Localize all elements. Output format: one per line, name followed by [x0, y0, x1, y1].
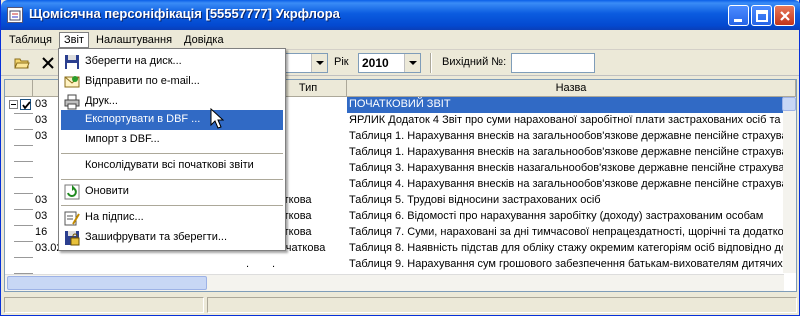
menu-encrypt-save[interactable]: Зашифрувати та зберегти... — [61, 228, 283, 248]
encrypt-save-icon — [65, 231, 80, 246]
row-name: Таблиця 4. Нарахування внесків на загаль… — [349, 178, 784, 190]
close-button[interactable] — [774, 5, 795, 26]
menu-export-dbf-label: Експортувати в DBF ... — [85, 113, 201, 125]
tree-cell — [5, 241, 33, 257]
menu-import-dbf-label: Імпорт з DBF... — [85, 133, 160, 145]
menu-save-to-disk-label: Зберегти на диск... — [85, 55, 182, 67]
row-name: Таблиця 1. Нарахування внесків на загаль… — [349, 146, 784, 158]
window-title: Щомісячна персоніфікація [55557777] Укрф… — [29, 6, 340, 21]
delete-button[interactable] — [37, 53, 59, 73]
row-date — [33, 257, 223, 273]
table-row[interactable]: .. Таблиця 9. Нарахування сум грошового з… — [5, 257, 796, 273]
menu-report[interactable]: Звіт — [59, 32, 89, 48]
save-disk-icon — [65, 55, 79, 69]
menu-bar: Таблиця Звіт Налаштування Довідка — [1, 30, 799, 50]
app-icon[interactable] — [7, 7, 23, 23]
row-name: Таблиця 7. Суми, нараховані за дні тимча… — [349, 226, 784, 238]
menu-save-to-disk[interactable]: Зберегти на диск... — [61, 52, 283, 72]
row-number: . — [245, 258, 250, 270]
menu-sign-label: На підпис... — [85, 211, 144, 223]
row-name: Таблиця 5. Трудові відносини застрахован… — [349, 194, 601, 206]
vertical-scrollbar[interactable] — [782, 97, 796, 273]
email-icon — [64, 76, 80, 88]
month-dropdown-arrow[interactable] — [311, 54, 327, 72]
main-window: Щомісячна персоніфікація [55557777] Укрф… — [0, 0, 800, 316]
tree-cell — [5, 129, 33, 145]
row-name: Таблиця 3. Нарахування внесків назагальн… — [349, 162, 784, 174]
scroll-up-arrow[interactable] — [782, 97, 796, 111]
tree-cell — [5, 113, 33, 129]
menu-encrypt-save-label: Зашифрувати та зберегти... — [85, 231, 228, 243]
tree-cell — [5, 225, 33, 241]
minimize-button[interactable] — [728, 5, 749, 26]
row-name: Таблиця 8. Наявність підстав для обліку … — [349, 242, 784, 254]
menu-separator — [61, 205, 283, 206]
status-pane-1 — [4, 297, 204, 313]
menu-separator — [61, 153, 283, 154]
menu-send-email[interactable]: Відправити по e-mail... — [61, 72, 283, 92]
menu-export-dbf[interactable]: Експортувати в DBF ... — [61, 110, 283, 130]
refresh-icon — [64, 184, 80, 200]
menu-settings[interactable]: Налаштування — [92, 32, 176, 48]
maximize-button[interactable] — [751, 5, 772, 26]
menu-print-label: Друк... — [85, 95, 118, 107]
menu-import-dbf[interactable]: Імпорт з DBF... — [61, 130, 283, 150]
toolbar-separator — [430, 53, 432, 73]
mouse-cursor-icon — [210, 108, 224, 129]
year-value: 2010 — [362, 56, 389, 70]
tree-cell — [5, 257, 33, 273]
tree-cell — [5, 97, 33, 113]
outgoing-number-label: Вихідний №: — [442, 56, 507, 68]
tree-cell — [5, 193, 33, 209]
tree-cell — [5, 145, 33, 161]
status-pane-2 — [207, 297, 797, 313]
row-name: Таблиця 9. Нарахування сум грошового заб… — [349, 258, 784, 270]
tree-cell — [5, 177, 33, 193]
tree-cell — [5, 209, 33, 225]
menu-consolidate[interactable]: Консолідувати всі початкові звіти — [61, 156, 283, 176]
header-tree[interactable] — [5, 80, 33, 97]
menu-refresh-label: Оновити — [85, 185, 129, 197]
tree-collapse-icon[interactable] — [9, 100, 18, 109]
delete-icon — [42, 57, 54, 69]
header-name[interactable]: Назва — [347, 80, 796, 97]
menu-send-email-label: Відправити по e-mail... — [85, 75, 200, 87]
menu-print[interactable]: Друк... — [61, 92, 283, 112]
menu-refresh[interactable]: Оновити — [61, 182, 283, 202]
horizontal-scrollbar[interactable] — [5, 274, 784, 291]
row-type: . — [272, 258, 276, 270]
row-name: Таблиця 6. Відомості про нарахування зар… — [349, 210, 764, 222]
tree-cell — [5, 161, 33, 177]
row-name: Таблиця 1. Нарахування внесків на загаль… — [349, 130, 784, 142]
open-folder-icon — [14, 58, 30, 69]
menu-separator — [61, 179, 283, 180]
report-menu-dropdown: Зберегти на диск... Відправити по e-mail… — [58, 48, 286, 251]
horizontal-scroll-thumb[interactable] — [7, 276, 207, 290]
printer-icon — [64, 94, 80, 110]
row-name: ПОЧАТКОВИЙ ЗВІТ — [347, 97, 784, 113]
menu-consolidate-label: Консолідувати всі початкові звіти — [85, 159, 254, 171]
menu-help[interactable]: Довідка — [180, 32, 228, 48]
title-bar[interactable]: Щомісячна персоніфікація [55557777] Укрф… — [1, 0, 800, 30]
row-checkbox[interactable] — [20, 99, 31, 110]
menu-table[interactable]: Таблиця — [5, 32, 56, 48]
status-bar — [1, 295, 799, 315]
outgoing-number-input[interactable] — [511, 53, 595, 73]
row-name: ЯРЛИК Додаток 4 Звіт про суми нараховано… — [349, 114, 784, 126]
sign-icon — [64, 211, 80, 226]
month-select[interactable] — [284, 53, 328, 73]
year-select[interactable]: 2010 — [358, 53, 421, 73]
year-dropdown-arrow[interactable] — [404, 54, 420, 72]
menu-sign[interactable]: На підпис... — [61, 208, 283, 228]
year-label: Рік — [334, 56, 349, 68]
open-folder-button[interactable] — [11, 53, 33, 73]
